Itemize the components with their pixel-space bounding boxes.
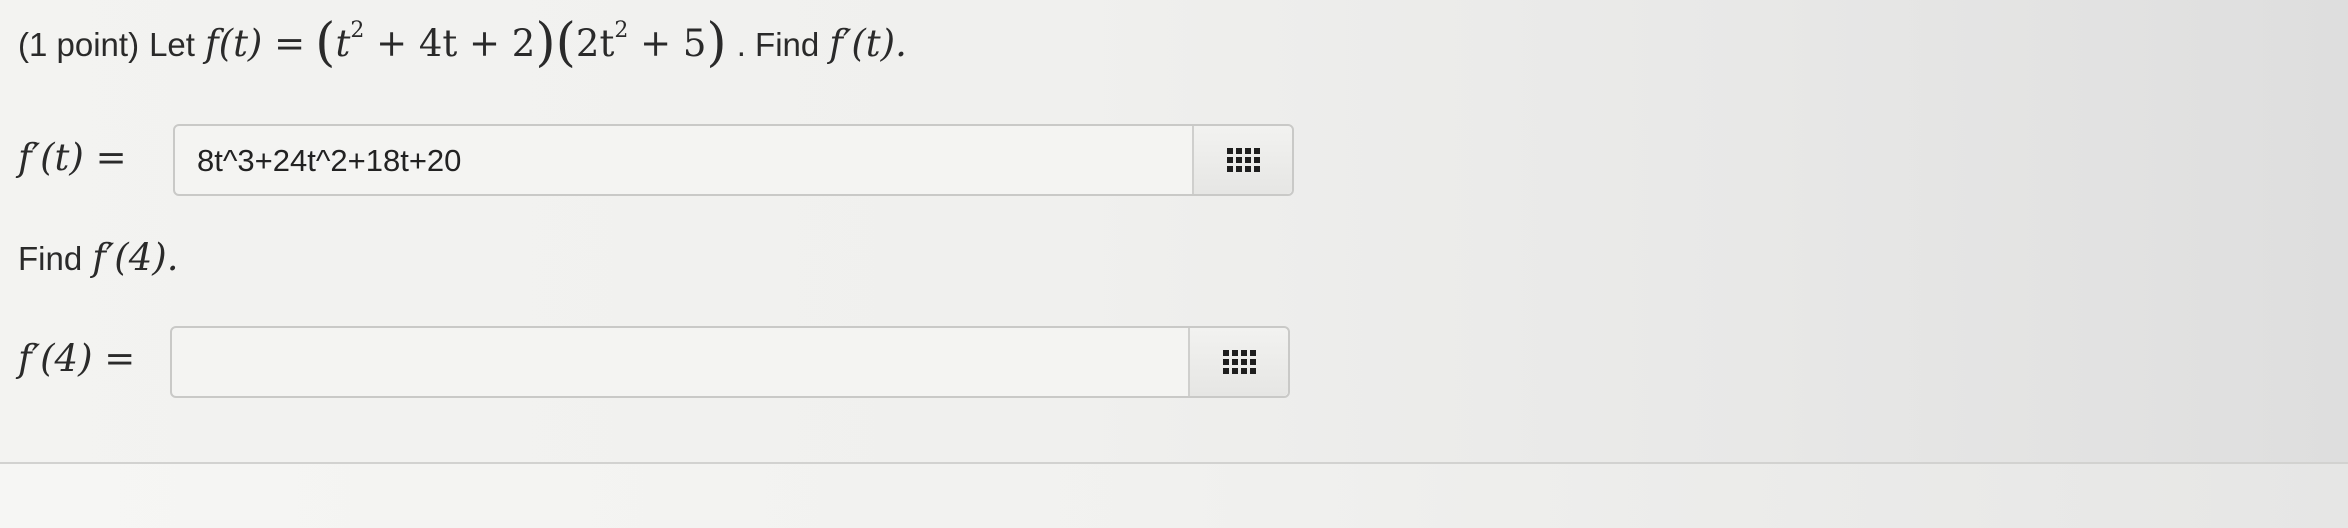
- part2-label-text: f′(4) =: [18, 337, 136, 380]
- find-word: . Find: [736, 26, 820, 63]
- answer-input-2[interactable]: [170, 326, 1290, 398]
- problem-panel: (1 point) Let f(t) = (t2 + 4t + 2)(2t2 +…: [0, 0, 2348, 462]
- find-word-2: Find: [18, 240, 83, 277]
- find-target: f′(t).: [829, 22, 907, 65]
- equation-palette-button-2[interactable]: [1188, 328, 1288, 396]
- footer-strip: [0, 462, 2348, 528]
- points-label: (1 point): [18, 26, 140, 63]
- part2-prompt: Find f′(4).: [18, 236, 178, 279]
- answer-input-1-value: 8t^3+24t^2+18t+20: [197, 143, 462, 178]
- equation-palette-button-1[interactable]: [1192, 126, 1292, 194]
- function-rhs: (t2 + 4t + 2)(2t2 + 5): [315, 13, 727, 73]
- grid-icon: [1222, 350, 1256, 374]
- part2-target: f′(4).: [92, 236, 179, 279]
- function-lhs: f(t) =: [204, 22, 306, 65]
- part2-label: f′(4) =: [18, 337, 135, 380]
- answer-input-1[interactable]: 8t^3+24t^2+18t+20: [173, 124, 1294, 196]
- part1-label-text: f′(t) =: [18, 136, 127, 179]
- problem-statement: (1 point) Let f(t) = (t2 + 4t + 2)(2t2 +…: [18, 13, 907, 73]
- grid-icon: [1226, 148, 1260, 172]
- part1-label: f′(t) =: [18, 136, 127, 179]
- let-word: Let: [149, 26, 195, 63]
